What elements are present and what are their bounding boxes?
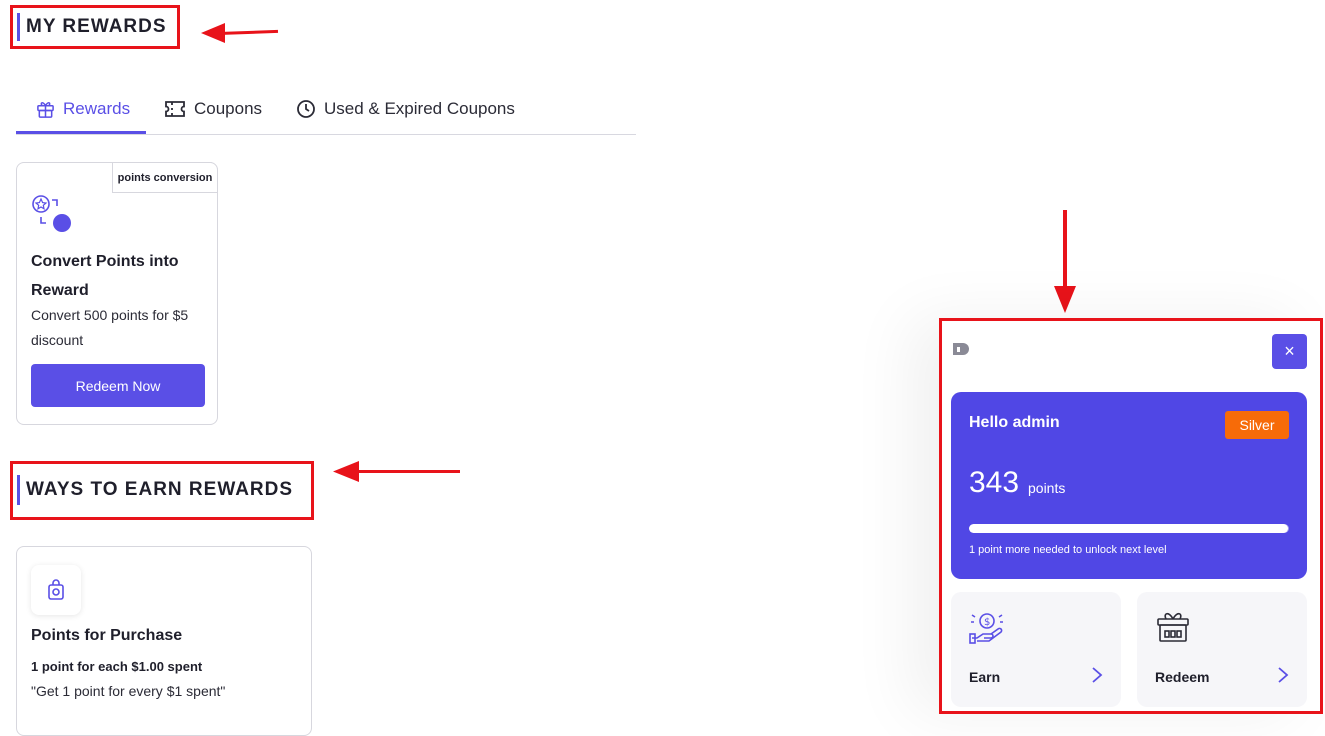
annotation-arrow-line-3 [1063, 210, 1067, 290]
tab-coupons-label: Coupons [194, 99, 263, 118]
rewards-tabs: Rewards Coupons Used & Expired Coupons [16, 84, 636, 135]
ticket-icon [165, 101, 185, 117]
annotation-arrow-head-3 [1054, 286, 1076, 313]
points-conversion-badge: points conversion [112, 162, 218, 193]
annotation-arrow-head-1 [201, 23, 225, 43]
redeem-now-button[interactable]: Redeem Now [31, 364, 205, 407]
active-tab-indicator [16, 131, 146, 134]
earn-icon-container [31, 565, 81, 615]
points-conversion-icon [32, 195, 71, 232]
reward-card-points-conversion: points conversion Convert Points into Re… [16, 162, 218, 425]
gift-box-icon [37, 101, 54, 118]
reward-card-title: Convert Points into Reward [31, 253, 179, 299]
tab-rewards[interactable]: Rewards [36, 84, 130, 134]
annotation-box-ways-to-earn [10, 461, 314, 520]
tab-rewards-label: Rewards [63, 99, 131, 118]
annotation-box-widget [939, 318, 1323, 714]
annotation-arrow-line-2 [348, 470, 460, 473]
tab-used-expired-label: Used & Expired Coupons [324, 99, 515, 118]
annotation-box-my-rewards [10, 5, 180, 49]
annotation-arrow-head-2 [333, 461, 359, 482]
tab-coupons[interactable]: Coupons [164, 84, 262, 134]
earn-card-points-for-purchase: Points for Purchase 1 point for each $1.… [16, 546, 312, 736]
tab-used-expired-coupons[interactable]: Used & Expired Coupons [296, 84, 515, 134]
earn-card-subtitle: 1 point for each $1.00 spent [31, 659, 203, 674]
shopping-bag-icon [48, 579, 64, 600]
earn-card-quote: "Get 1 point for every $1 spent" [31, 683, 226, 699]
clock-icon [297, 100, 315, 118]
earn-card-title: Points for Purchase [31, 627, 183, 644]
reward-card-description: Convert 500 points for $5 discount [31, 307, 189, 348]
